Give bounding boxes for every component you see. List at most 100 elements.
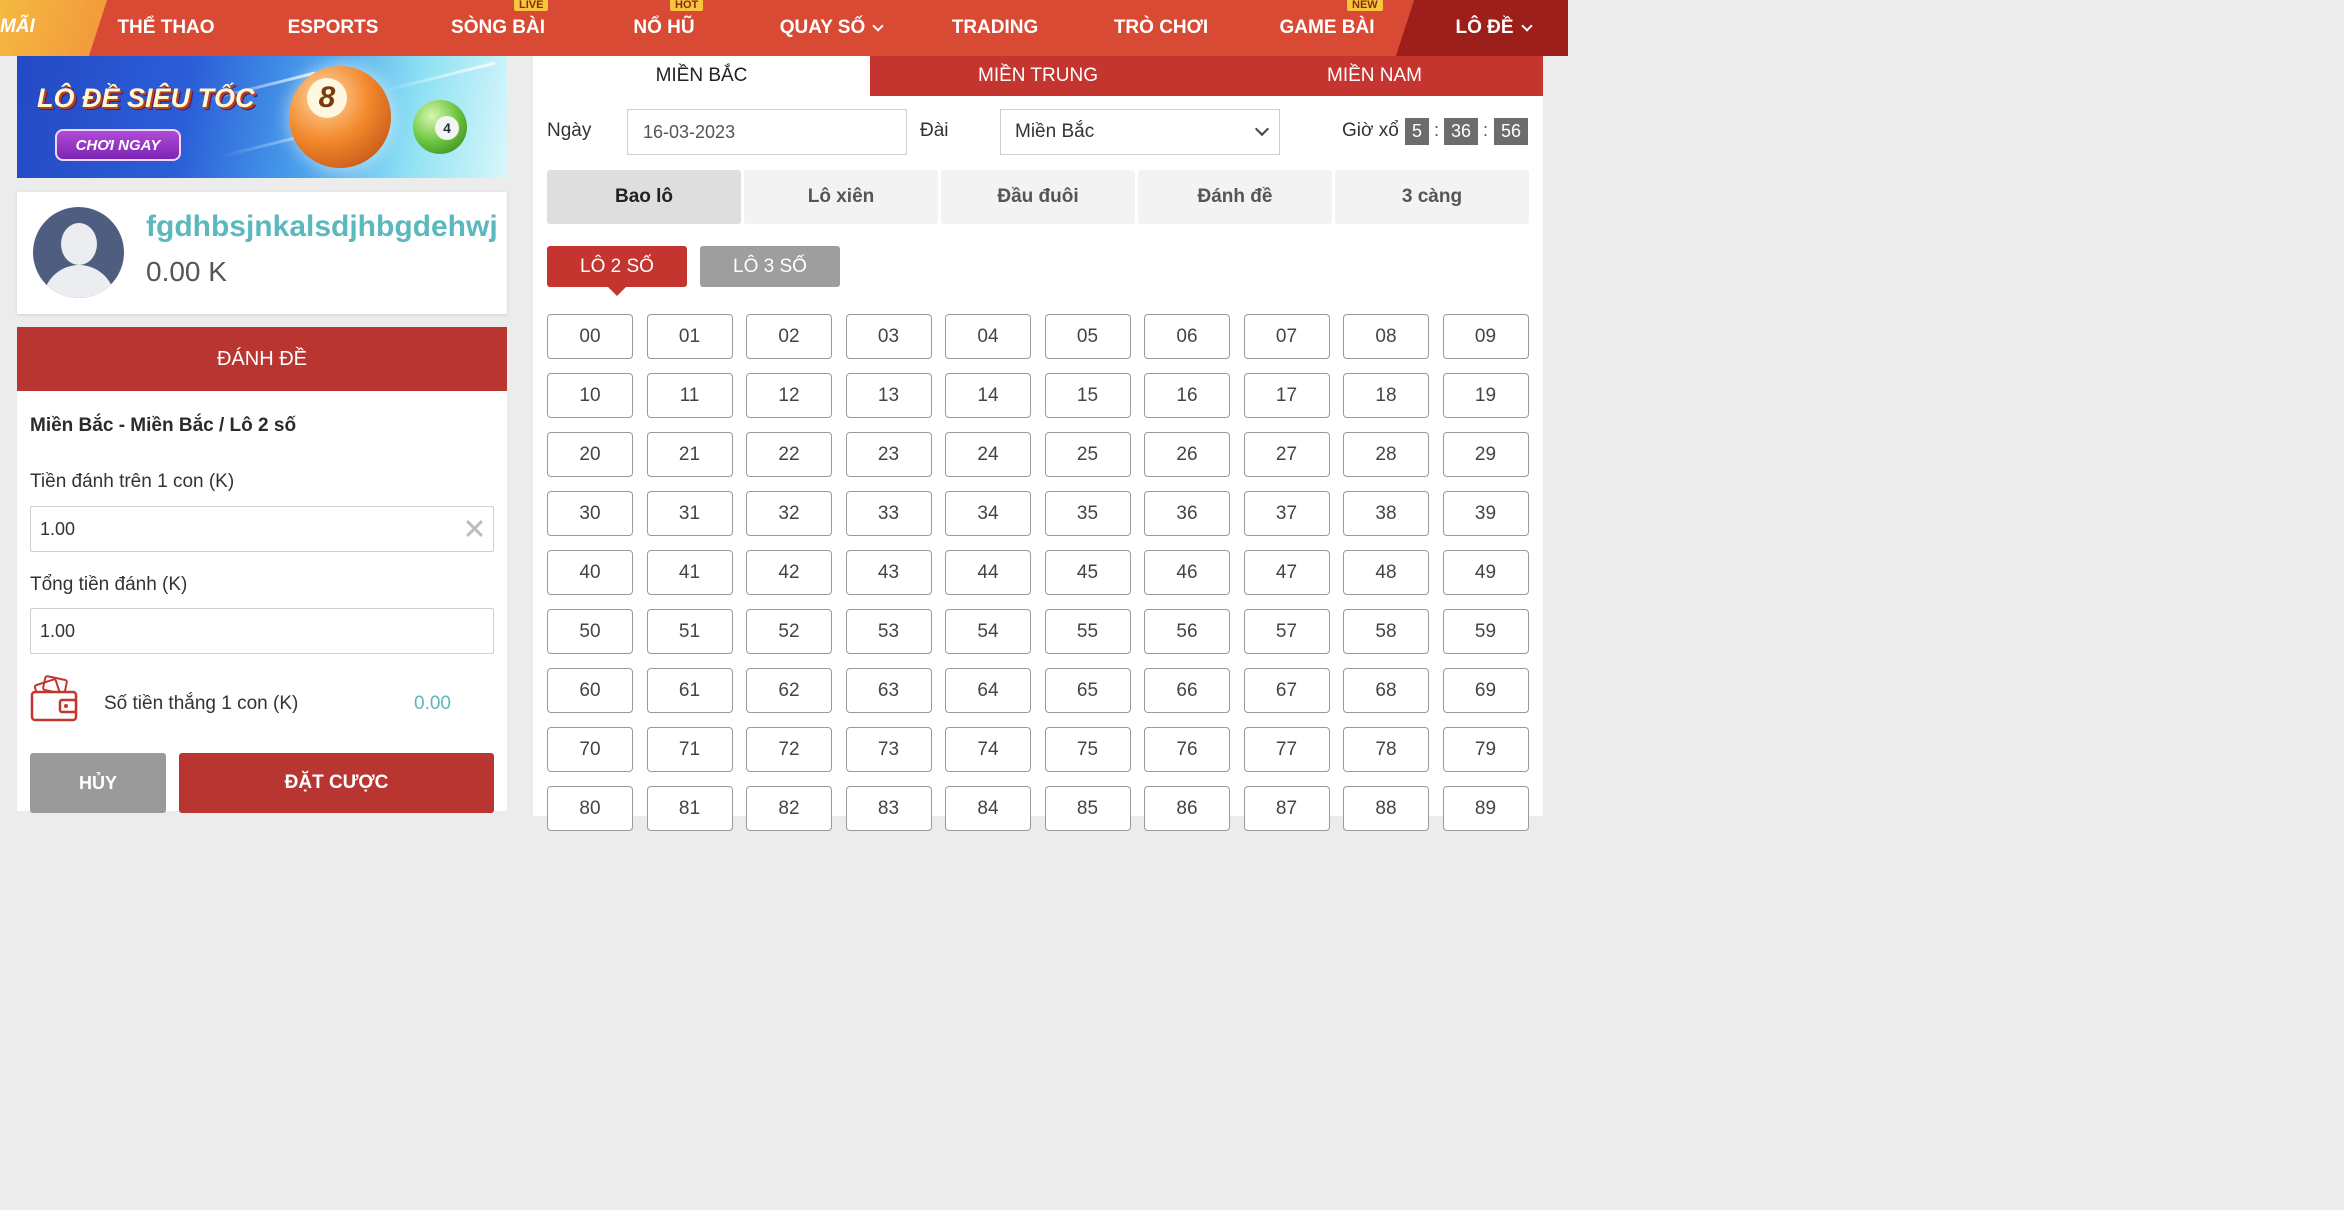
subtab-lo-3-so[interactable]: LÔ 3 SỐ (700, 246, 840, 287)
number-button-21[interactable]: 21 (646, 432, 733, 477)
number-button-70[interactable]: 70 (547, 727, 633, 772)
promo-banner[interactable]: LÔ ĐỀ SIÊU TỐC CHƠI NGAY 8 4 (17, 56, 507, 178)
number-button-15[interactable]: 15 (1044, 373, 1131, 418)
number-button-24[interactable]: 24 (945, 432, 1031, 477)
nav-item-quay-so[interactable]: QUAY SỐ (766, 0, 896, 56)
number-button-41[interactable]: 41 (646, 550, 733, 595)
number-button-00[interactable]: 00 (547, 314, 633, 359)
per-number-input[interactable]: 1.00 (30, 506, 494, 552)
number-button-61[interactable]: 61 (646, 668, 733, 713)
number-button-77[interactable]: 77 (1243, 727, 1330, 772)
number-button-22[interactable]: 22 (746, 432, 832, 477)
number-button-65[interactable]: 65 (1044, 668, 1131, 713)
number-button-26[interactable]: 26 (1144, 432, 1230, 477)
number-button-25[interactable]: 25 (1044, 432, 1131, 477)
clear-icon[interactable] (465, 519, 483, 537)
number-button-47[interactable]: 47 (1243, 550, 1330, 595)
tab-mien-trung[interactable]: MIỀN TRUNG (870, 56, 1206, 96)
number-button-71[interactable]: 71 (646, 727, 733, 772)
nav-item-no-hu[interactable]: NỔ HŨ (604, 0, 724, 56)
number-button-07[interactable]: 07 (1243, 314, 1330, 359)
number-button-35[interactable]: 35 (1044, 491, 1131, 536)
number-button-42[interactable]: 42 (746, 550, 832, 595)
number-button-29[interactable]: 29 (1442, 432, 1529, 477)
number-button-75[interactable]: 75 (1044, 727, 1131, 772)
number-button-50[interactable]: 50 (547, 609, 633, 654)
number-button-03[interactable]: 03 (845, 314, 932, 359)
number-button-63[interactable]: 63 (845, 668, 932, 713)
number-button-13[interactable]: 13 (845, 373, 932, 418)
tab-mien-bac[interactable]: MIỀN BẮC (533, 56, 870, 96)
number-button-32[interactable]: 32 (746, 491, 832, 536)
number-button-58[interactable]: 58 (1343, 609, 1429, 654)
date-input[interactable]: 16-03-2023 (627, 109, 907, 155)
number-button-11[interactable]: 11 (646, 373, 733, 418)
total-input[interactable]: 1.00 (30, 608, 494, 654)
number-button-87[interactable]: 87 (1243, 786, 1330, 831)
number-button-37[interactable]: 37 (1243, 491, 1330, 536)
number-button-10[interactable]: 10 (547, 373, 633, 418)
number-button-48[interactable]: 48 (1343, 550, 1429, 595)
number-button-43[interactable]: 43 (845, 550, 932, 595)
tab-bao-lo[interactable]: Bao lô (547, 170, 741, 224)
number-button-80[interactable]: 80 (547, 786, 633, 831)
number-button-78[interactable]: 78 (1343, 727, 1429, 772)
number-button-51[interactable]: 51 (646, 609, 733, 654)
number-button-76[interactable]: 76 (1144, 727, 1230, 772)
number-button-08[interactable]: 08 (1343, 314, 1429, 359)
number-button-16[interactable]: 16 (1144, 373, 1230, 418)
tab-danh-de[interactable]: Đánh đề (1138, 170, 1332, 224)
number-button-56[interactable]: 56 (1144, 609, 1230, 654)
number-button-06[interactable]: 06 (1144, 314, 1230, 359)
number-button-67[interactable]: 67 (1243, 668, 1330, 713)
number-button-39[interactable]: 39 (1442, 491, 1529, 536)
number-button-49[interactable]: 49 (1442, 550, 1529, 595)
number-button-54[interactable]: 54 (945, 609, 1031, 654)
number-button-30[interactable]: 30 (547, 491, 633, 536)
number-button-12[interactable]: 12 (746, 373, 832, 418)
number-button-46[interactable]: 46 (1144, 550, 1230, 595)
tab-lo-xien[interactable]: Lô xiên (744, 170, 938, 224)
number-button-57[interactable]: 57 (1243, 609, 1330, 654)
number-button-20[interactable]: 20 (547, 432, 633, 477)
number-button-36[interactable]: 36 (1144, 491, 1230, 536)
number-button-18[interactable]: 18 (1343, 373, 1429, 418)
number-button-27[interactable]: 27 (1243, 432, 1330, 477)
station-select[interactable]: Miền Bắc (1000, 109, 1280, 155)
number-button-40[interactable]: 40 (547, 550, 633, 595)
number-button-04[interactable]: 04 (945, 314, 1031, 359)
tab-dau-duoi[interactable]: Đầu đuôi (941, 170, 1135, 224)
number-button-66[interactable]: 66 (1144, 668, 1230, 713)
number-button-14[interactable]: 14 (945, 373, 1031, 418)
nav-item-trading[interactable]: TRADING (935, 0, 1055, 56)
number-button-02[interactable]: 02 (746, 314, 832, 359)
number-button-83[interactable]: 83 (845, 786, 932, 831)
number-button-60[interactable]: 60 (547, 668, 633, 713)
number-button-33[interactable]: 33 (845, 491, 932, 536)
number-button-74[interactable]: 74 (945, 727, 1031, 772)
tab-3-cang[interactable]: 3 càng (1335, 170, 1529, 224)
number-button-31[interactable]: 31 (646, 491, 733, 536)
nav-item-tro-choi[interactable]: TRÒ CHƠI (1101, 0, 1221, 56)
number-button-81[interactable]: 81 (646, 786, 733, 831)
number-button-34[interactable]: 34 (945, 491, 1031, 536)
number-button-53[interactable]: 53 (845, 609, 932, 654)
number-button-86[interactable]: 86 (1144, 786, 1230, 831)
subtab-lo-2-so[interactable]: LÔ 2 SỐ (547, 246, 687, 296)
number-button-05[interactable]: 05 (1044, 314, 1131, 359)
number-button-89[interactable]: 89 (1442, 786, 1529, 831)
number-button-73[interactable]: 73 (845, 727, 932, 772)
number-button-55[interactable]: 55 (1044, 609, 1131, 654)
number-button-72[interactable]: 72 (746, 727, 832, 772)
number-button-79[interactable]: 79 (1442, 727, 1529, 772)
nav-item-promo[interactable]: MÃI (0, 16, 35, 38)
nav-item-the-thao[interactable]: THỂ THAO (106, 0, 226, 56)
number-button-19[interactable]: 19 (1442, 373, 1529, 418)
number-button-69[interactable]: 69 (1442, 668, 1529, 713)
number-button-01[interactable]: 01 (646, 314, 733, 359)
place-bet-button[interactable]: ĐẶT CƯỢC (179, 753, 494, 813)
number-button-23[interactable]: 23 (845, 432, 932, 477)
number-button-44[interactable]: 44 (945, 550, 1031, 595)
tab-mien-nam[interactable]: MIỀN NAM (1206, 56, 1543, 96)
number-button-64[interactable]: 64 (945, 668, 1031, 713)
